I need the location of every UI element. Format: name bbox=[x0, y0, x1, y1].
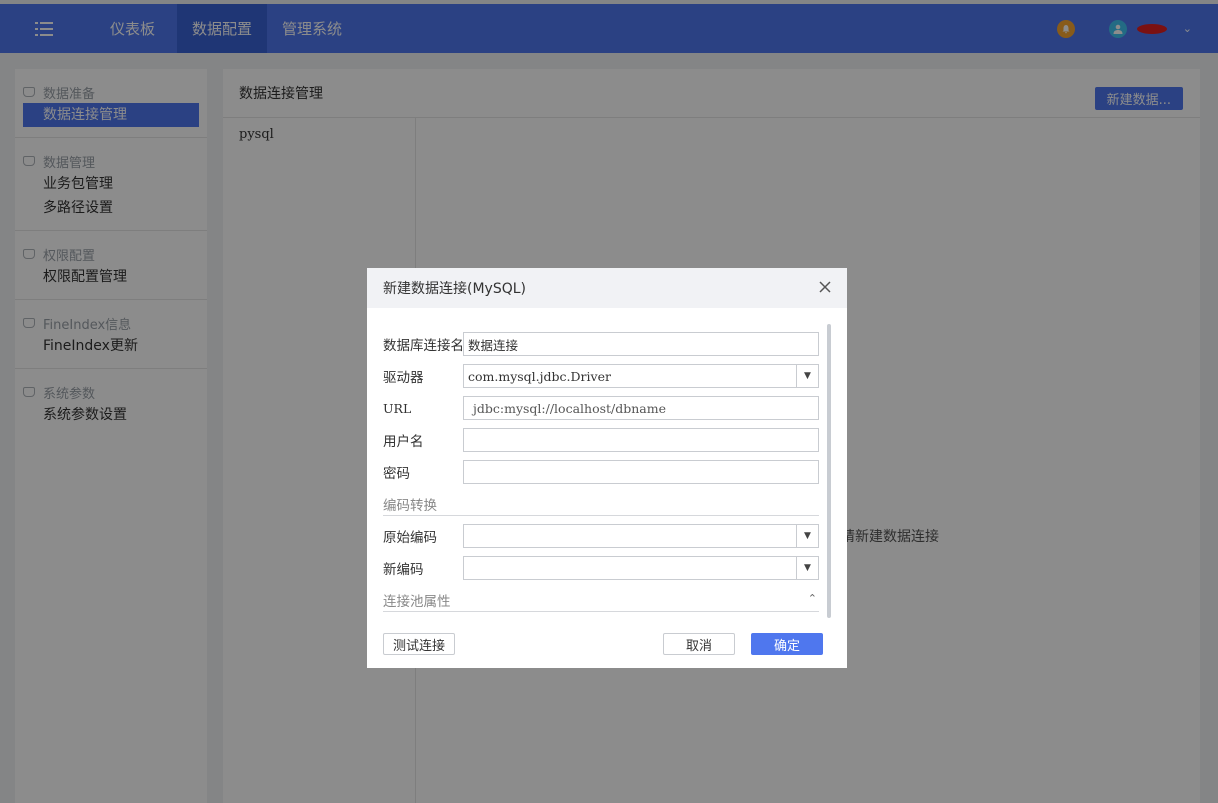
form-row-username: 用户名 bbox=[383, 428, 819, 452]
chevron-up-icon[interactable]: ⌃ bbox=[808, 592, 817, 605]
new-encoding-select[interactable]: ▼ bbox=[463, 556, 819, 580]
dialog-header: 新建数据连接(MySQL) bbox=[367, 268, 847, 308]
form-row-driver: 驱动器 com.mysql.jdbc.Driver ▼ bbox=[383, 364, 819, 388]
dialog-title: 新建数据连接(MySQL) bbox=[383, 281, 526, 297]
field-label: 驱动器 bbox=[383, 370, 424, 386]
new-connection-dialog: 新建数据连接(MySQL) 数据库连接名 数据连接 驱动器 com.mysql.… bbox=[367, 268, 847, 668]
scrollbar[interactable] bbox=[827, 324, 831, 618]
form-row-original-encoding: 原始编码 ▼ bbox=[383, 524, 819, 548]
section-pool[interactable]: 连接池属性 ⌃ bbox=[383, 588, 819, 612]
cancel-button[interactable]: 取消 bbox=[663, 633, 735, 655]
section-pool-title: 连接池属性 bbox=[383, 593, 451, 610]
test-connection-button[interactable]: 测试连接 bbox=[383, 633, 455, 655]
field-label: 数据库连接名 bbox=[383, 338, 464, 354]
form-row-password: 密码 bbox=[383, 460, 819, 484]
conn-name-input[interactable]: 数据连接 bbox=[463, 332, 819, 356]
dropdown-arrow-icon[interactable]: ▼ bbox=[796, 365, 818, 387]
field-label: URL bbox=[383, 400, 412, 416]
dropdown-arrow-icon[interactable]: ▼ bbox=[796, 557, 818, 579]
field-label: 原始编码 bbox=[383, 530, 437, 546]
dropdown-arrow-icon[interactable]: ▼ bbox=[796, 525, 818, 547]
original-encoding-select[interactable]: ▼ bbox=[463, 524, 819, 548]
field-label: 用户名 bbox=[383, 434, 424, 450]
driver-select[interactable]: com.mysql.jdbc.Driver ▼ bbox=[463, 364, 819, 388]
password-input[interactable] bbox=[463, 460, 819, 484]
close-icon[interactable] bbox=[817, 279, 833, 295]
field-label: 密码 bbox=[383, 466, 410, 482]
url-input[interactable]: jdbc:mysql://localhost/dbname bbox=[463, 396, 819, 420]
driver-value: com.mysql.jdbc.Driver bbox=[468, 368, 611, 384]
username-input[interactable] bbox=[463, 428, 819, 452]
form-row-conn-name: 数据库连接名 数据连接 bbox=[383, 332, 819, 356]
dialog-footer: 测试连接 取消 确定 bbox=[383, 633, 823, 655]
form-row-new-encoding: 新编码 ▼ bbox=[383, 556, 819, 580]
field-label: 新编码 bbox=[383, 562, 424, 578]
dialog-body: 数据库连接名 数据连接 驱动器 com.mysql.jdbc.Driver ▼ U… bbox=[383, 332, 819, 620]
section-encoding: 编码转换 bbox=[383, 492, 819, 516]
form-row-url: URL jdbc:mysql://localhost/dbname bbox=[383, 396, 819, 420]
ok-button[interactable]: 确定 bbox=[751, 633, 823, 655]
